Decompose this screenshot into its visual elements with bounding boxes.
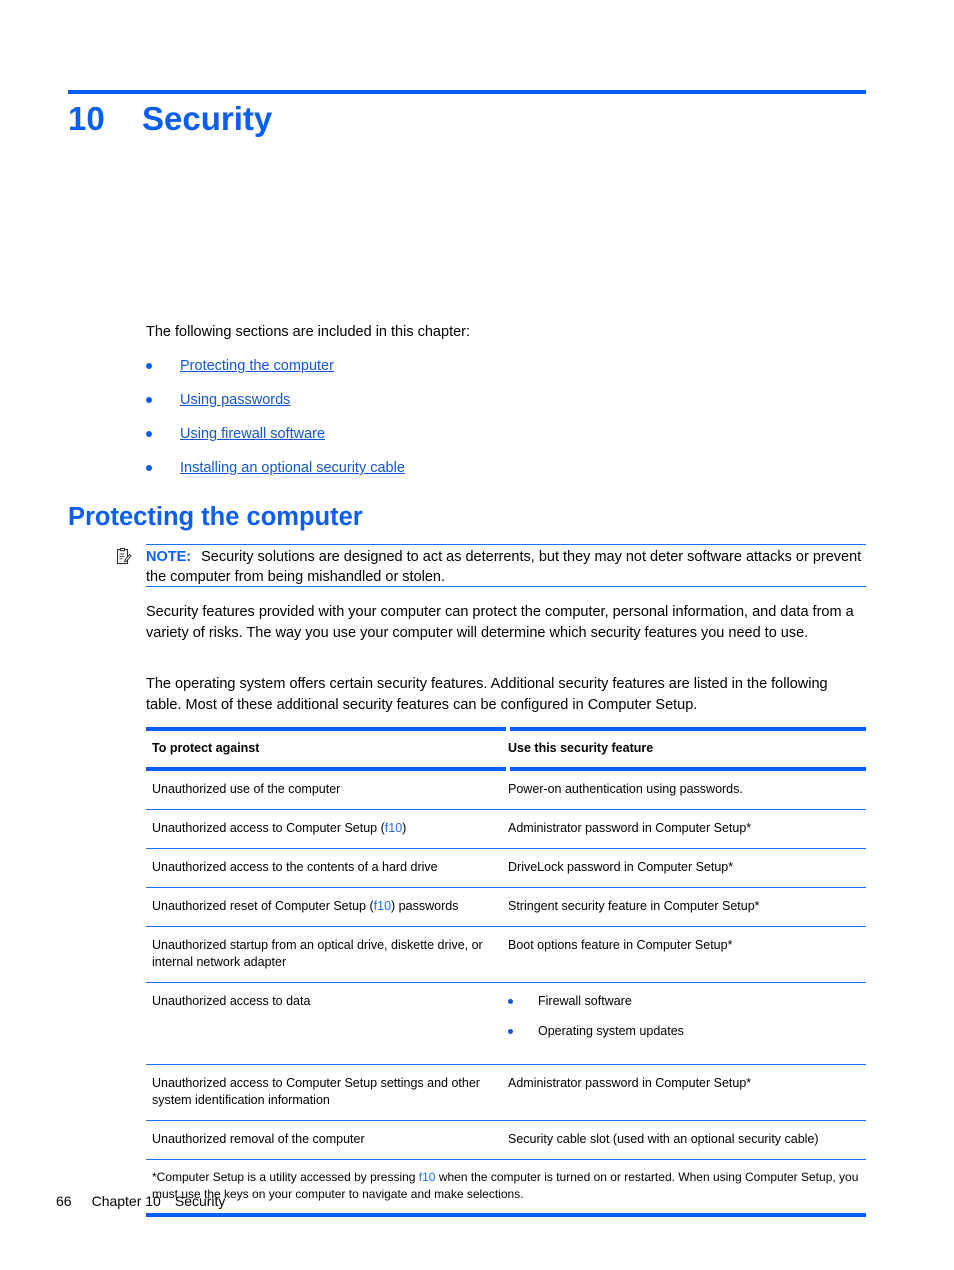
cell-protect-against: Unauthorized access to Computer Setup se… (152, 1076, 480, 1107)
column-header-security-feature: Use this security feature (508, 741, 654, 755)
bullet-icon (146, 363, 152, 369)
toc-link-protecting-the-computer[interactable]: Protecting the computer (180, 356, 334, 376)
bullet-icon (146, 397, 152, 403)
chapter-toc-list: Protecting the computer Using passwords … (146, 356, 746, 492)
table-row: Unauthorized startup from an optical dri… (146, 927, 866, 982)
bullet-icon (508, 1029, 513, 1034)
security-features-table: To protect against Use this security fea… (146, 727, 866, 1217)
list-item[interactable]: Protecting the computer (146, 356, 746, 390)
cell-text-pre: Unauthorized reset of Computer Setup ( (152, 899, 374, 913)
paragraph-operating-system: The operating system offers certain secu… (146, 676, 828, 713)
cell-protect-against: Unauthorized reset of Computer Setup (f1… (146, 888, 508, 926)
cell-security-feature: Stringent security feature in Computer S… (508, 899, 760, 913)
list-item[interactable]: Installing an optional security cable (146, 458, 746, 492)
table-bottom-rule (146, 1213, 866, 1217)
table-row-rule (146, 1159, 866, 1160)
table-row: Unauthorized access to Computer Setup (f… (146, 810, 866, 848)
toc-link-installing-an-optional-security-cable[interactable]: Installing an optional security cable (180, 458, 405, 478)
note-rule-top (146, 544, 866, 545)
table-row: Unauthorized removal of the computer Sec… (146, 1121, 866, 1159)
cell-security-feature: Firewall software Operating system updat… (508, 983, 866, 1064)
table-row: Unauthorized reset of Computer Setup (f1… (146, 888, 866, 926)
cell-text-post: ) passwords (391, 899, 459, 913)
cell-security-feature: Security cable slot (used with an option… (508, 1132, 819, 1146)
bullet-icon (146, 465, 152, 471)
page-footer: 66 Chapter 10 Security (56, 1193, 225, 1209)
cell-security-feature: Administrator password in Computer Setup… (508, 1076, 752, 1090)
list-item[interactable]: Using firewall software (146, 424, 746, 458)
table-header-row: To protect against Use this security fea… (146, 731, 866, 767)
note-label: NOTE: (146, 549, 192, 565)
list-item[interactable]: Using passwords (146, 390, 746, 424)
table-row-rule (146, 887, 866, 888)
list-item: Operating system updates (508, 1023, 854, 1053)
cell-security-feature: Power-on authentication using passwords. (508, 782, 743, 796)
column-header-protect-against: To protect against (152, 741, 260, 755)
key-f10[interactable]: f10 (374, 899, 391, 913)
key-f10[interactable]: f10 (385, 821, 402, 835)
table-header-rule (146, 767, 866, 771)
cell-text-post: ) (402, 821, 407, 835)
table-row-rule (146, 809, 866, 810)
table-row-rule (146, 1064, 866, 1065)
cell-protect-against: Unauthorized use of the computer (152, 782, 341, 796)
cell-protect-against: Unauthorized startup from an optical dri… (152, 938, 483, 969)
chapter-title-text: Security (142, 100, 273, 137)
bullet-icon (508, 999, 513, 1004)
paragraph-security-features: Security features provided with your com… (146, 604, 854, 641)
table-row: Unauthorized use of the computer Power-o… (146, 771, 866, 809)
intro-text: The following sections are included in t… (146, 324, 471, 340)
note-text: Security solutions are designed to act a… (146, 549, 862, 585)
footnote-text-pre: *Computer Setup is a utility accessed by… (152, 1170, 419, 1184)
feature-bullet-list: Firewall software Operating system updat… (508, 993, 854, 1053)
table-top-rule (146, 727, 866, 731)
cell-security-feature: Administrator password in Computer Setup… (508, 821, 752, 835)
table-row: Unauthorized access to data Firewall sof… (146, 983, 866, 1064)
cell-security-feature: Boot options feature in Computer Setup* (508, 938, 733, 952)
footer-chapter-name: Security (174, 1193, 226, 1209)
list-item-label: Firewall software (538, 994, 632, 1008)
list-item: Firewall software (508, 993, 854, 1023)
table-row-rule (146, 848, 866, 849)
key-f10[interactable]: f10 (419, 1170, 436, 1184)
table-row-rule (146, 1120, 866, 1121)
cell-protect-against: Unauthorized access to the contents of a… (152, 860, 438, 874)
cell-security-feature: DriveLock password in Computer Setup* (508, 860, 734, 874)
cell-protect-against: Unauthorized removal of the computer (152, 1132, 365, 1146)
cell-protect-against: Unauthorized access to data (152, 994, 311, 1008)
cell-protect-against: Unauthorized access to Computer Setup (f… (146, 810, 508, 848)
table-row-rule (146, 982, 866, 983)
toc-link-using-passwords[interactable]: Using passwords (180, 390, 290, 410)
table-row-rule (146, 926, 866, 927)
bullet-icon (146, 431, 152, 437)
note-clipboard-icon (116, 548, 132, 565)
table-footnote: *Computer Setup is a utility accessed by… (146, 1160, 872, 1213)
table-row: Unauthorized access to the contents of a… (146, 849, 866, 887)
footer-page-number: 66 (56, 1193, 72, 1209)
list-item-label: Operating system updates (538, 1024, 684, 1038)
chapter-number: 10 (68, 100, 105, 137)
note-body: NOTE: Security solutions are designed to … (146, 547, 868, 587)
page-title: 10 Security (68, 100, 272, 138)
section-heading: Protecting the computer (68, 503, 363, 531)
footer-chapter-label: Chapter 10 (91, 1193, 161, 1209)
cell-text-pre: Unauthorized access to Computer Setup ( (152, 821, 385, 835)
toc-link-using-firewall-software[interactable]: Using firewall software (180, 424, 325, 444)
table-row: Unauthorized access to Computer Setup se… (146, 1065, 866, 1120)
document-page: 10 Security The following sections are in… (0, 0, 954, 1270)
chapter-header-rule (68, 90, 866, 94)
